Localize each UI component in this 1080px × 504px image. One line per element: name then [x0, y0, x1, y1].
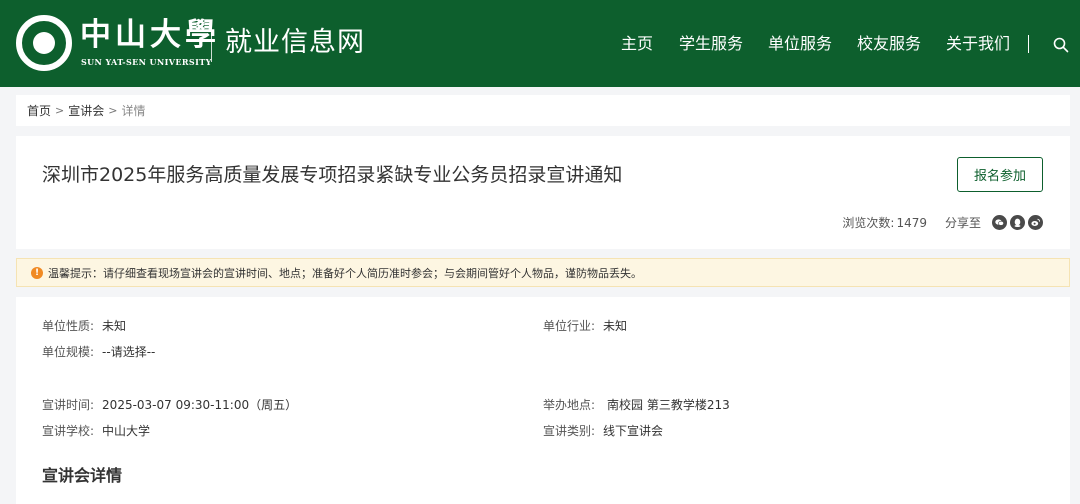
- unit-nature-label: 单位性质:: [42, 319, 95, 333]
- info-card: 单位性质: 未知 单位行业: 未知 单位规模: --请选择-- 宣讲时间: 2025-0…: [16, 297, 1070, 504]
- venue-value: 南校园 第三教学楼213: [607, 398, 730, 412]
- unit-industry-label: 单位行业:: [543, 319, 596, 333]
- title-card: 深圳市2025年服务高质量发展专项招录紧缺专业公务员招录宣讲通知 报名参加 浏览…: [16, 136, 1070, 249]
- nav-item-home[interactable]: 主页: [621, 33, 653, 55]
- chevron-right-icon: >: [108, 104, 118, 117]
- unit-scale-label: 单位规模:: [42, 345, 95, 359]
- views-label: 浏览次数:: [842, 216, 895, 230]
- talk-time-label: 宣讲时间:: [42, 398, 95, 412]
- talk-time-field: 宣讲时间: 2025-03-07 09:30-11:00（周五）: [42, 396, 297, 414]
- chevron-right-icon: >: [55, 104, 65, 117]
- unit-nature-value: 未知: [102, 319, 127, 333]
- university-emblem-icon[interactable]: [16, 15, 72, 71]
- talk-time-value: 2025-03-07 09:30-11:00（周五）: [102, 398, 298, 412]
- unit-scale-field: 单位规模: --请选择--: [42, 343, 155, 361]
- weibo-icon[interactable]: [1028, 215, 1043, 230]
- wechat-icon[interactable]: [992, 215, 1007, 230]
- category-label: 宣讲类别:: [543, 424, 596, 438]
- venue-field: 举办地点: 南校园 第三教学楼213: [543, 396, 730, 414]
- nav-item-student-services[interactable]: 学生服务: [679, 33, 743, 55]
- site-title[interactable]: 就业信息网: [225, 24, 365, 62]
- unit-industry-value: 未知: [603, 319, 628, 333]
- unit-industry-field: 单位行业: 未知: [543, 317, 627, 335]
- site-header: 中山大學 SUN YAT-SEN UNIVERSITY 就业信息网 主页 学生服…: [0, 0, 1080, 87]
- share-label: 分享至: [944, 216, 981, 230]
- unit-nature-field: 单位性质: 未知: [42, 317, 126, 335]
- school-value: 中山大学: [102, 424, 151, 438]
- nav-divider: [1028, 35, 1029, 53]
- nav-item-employer-services[interactable]: 单位服务: [768, 33, 832, 55]
- unit-scale-value: --请选择--: [102, 345, 156, 359]
- search-icon[interactable]: [1053, 37, 1069, 53]
- breadcrumb-current: 详情: [121, 104, 146, 118]
- school-field: 宣讲学校: 中山大学: [42, 422, 150, 440]
- nav-item-alumni-services[interactable]: 校友服务: [857, 33, 921, 55]
- signup-button[interactable]: 报名参加: [957, 157, 1043, 192]
- views-count: 1479: [896, 215, 927, 230]
- page-title: 深圳市2025年服务高质量发展专项招录紧缺专业公务员招录宣讲通知: [42, 164, 623, 186]
- qq-icon[interactable]: [1010, 215, 1025, 230]
- notice-banner: ! 温馨提示：请仔细查看现场宣讲会的宣讲时间、地点；准备好个人简历准时参会；与会…: [16, 258, 1070, 287]
- category-field: 宣讲类别: 线下宣讲会: [543, 422, 663, 440]
- breadcrumb-home[interactable]: 首页: [27, 102, 51, 119]
- logo-divider: [211, 24, 212, 62]
- category-value: 线下宣讲会: [603, 424, 664, 438]
- school-label: 宣讲学校:: [42, 424, 95, 438]
- university-name[interactable]: 中山大學: [80, 18, 220, 52]
- university-english-name: SUN YAT-SEN UNIVERSITY: [81, 57, 212, 67]
- nav-item-about-us[interactable]: 关于我们: [946, 33, 1010, 55]
- section-title: 宣讲会详情: [42, 466, 123, 485]
- venue-label: 举办地点:: [543, 398, 596, 412]
- breadcrumb-section[interactable]: 宣讲会: [68, 102, 104, 119]
- warning-icon: !: [31, 266, 43, 279]
- stats-bar: 浏览次数: 1479 分享至: [842, 214, 1043, 231]
- notice-text: 温馨提示：请仔细查看现场宣讲会的宣讲时间、地点；准备好个人简历准时参会；与会期间…: [48, 266, 642, 280]
- breadcrumb: 首页 > 宣讲会 > 详情: [16, 95, 1070, 126]
